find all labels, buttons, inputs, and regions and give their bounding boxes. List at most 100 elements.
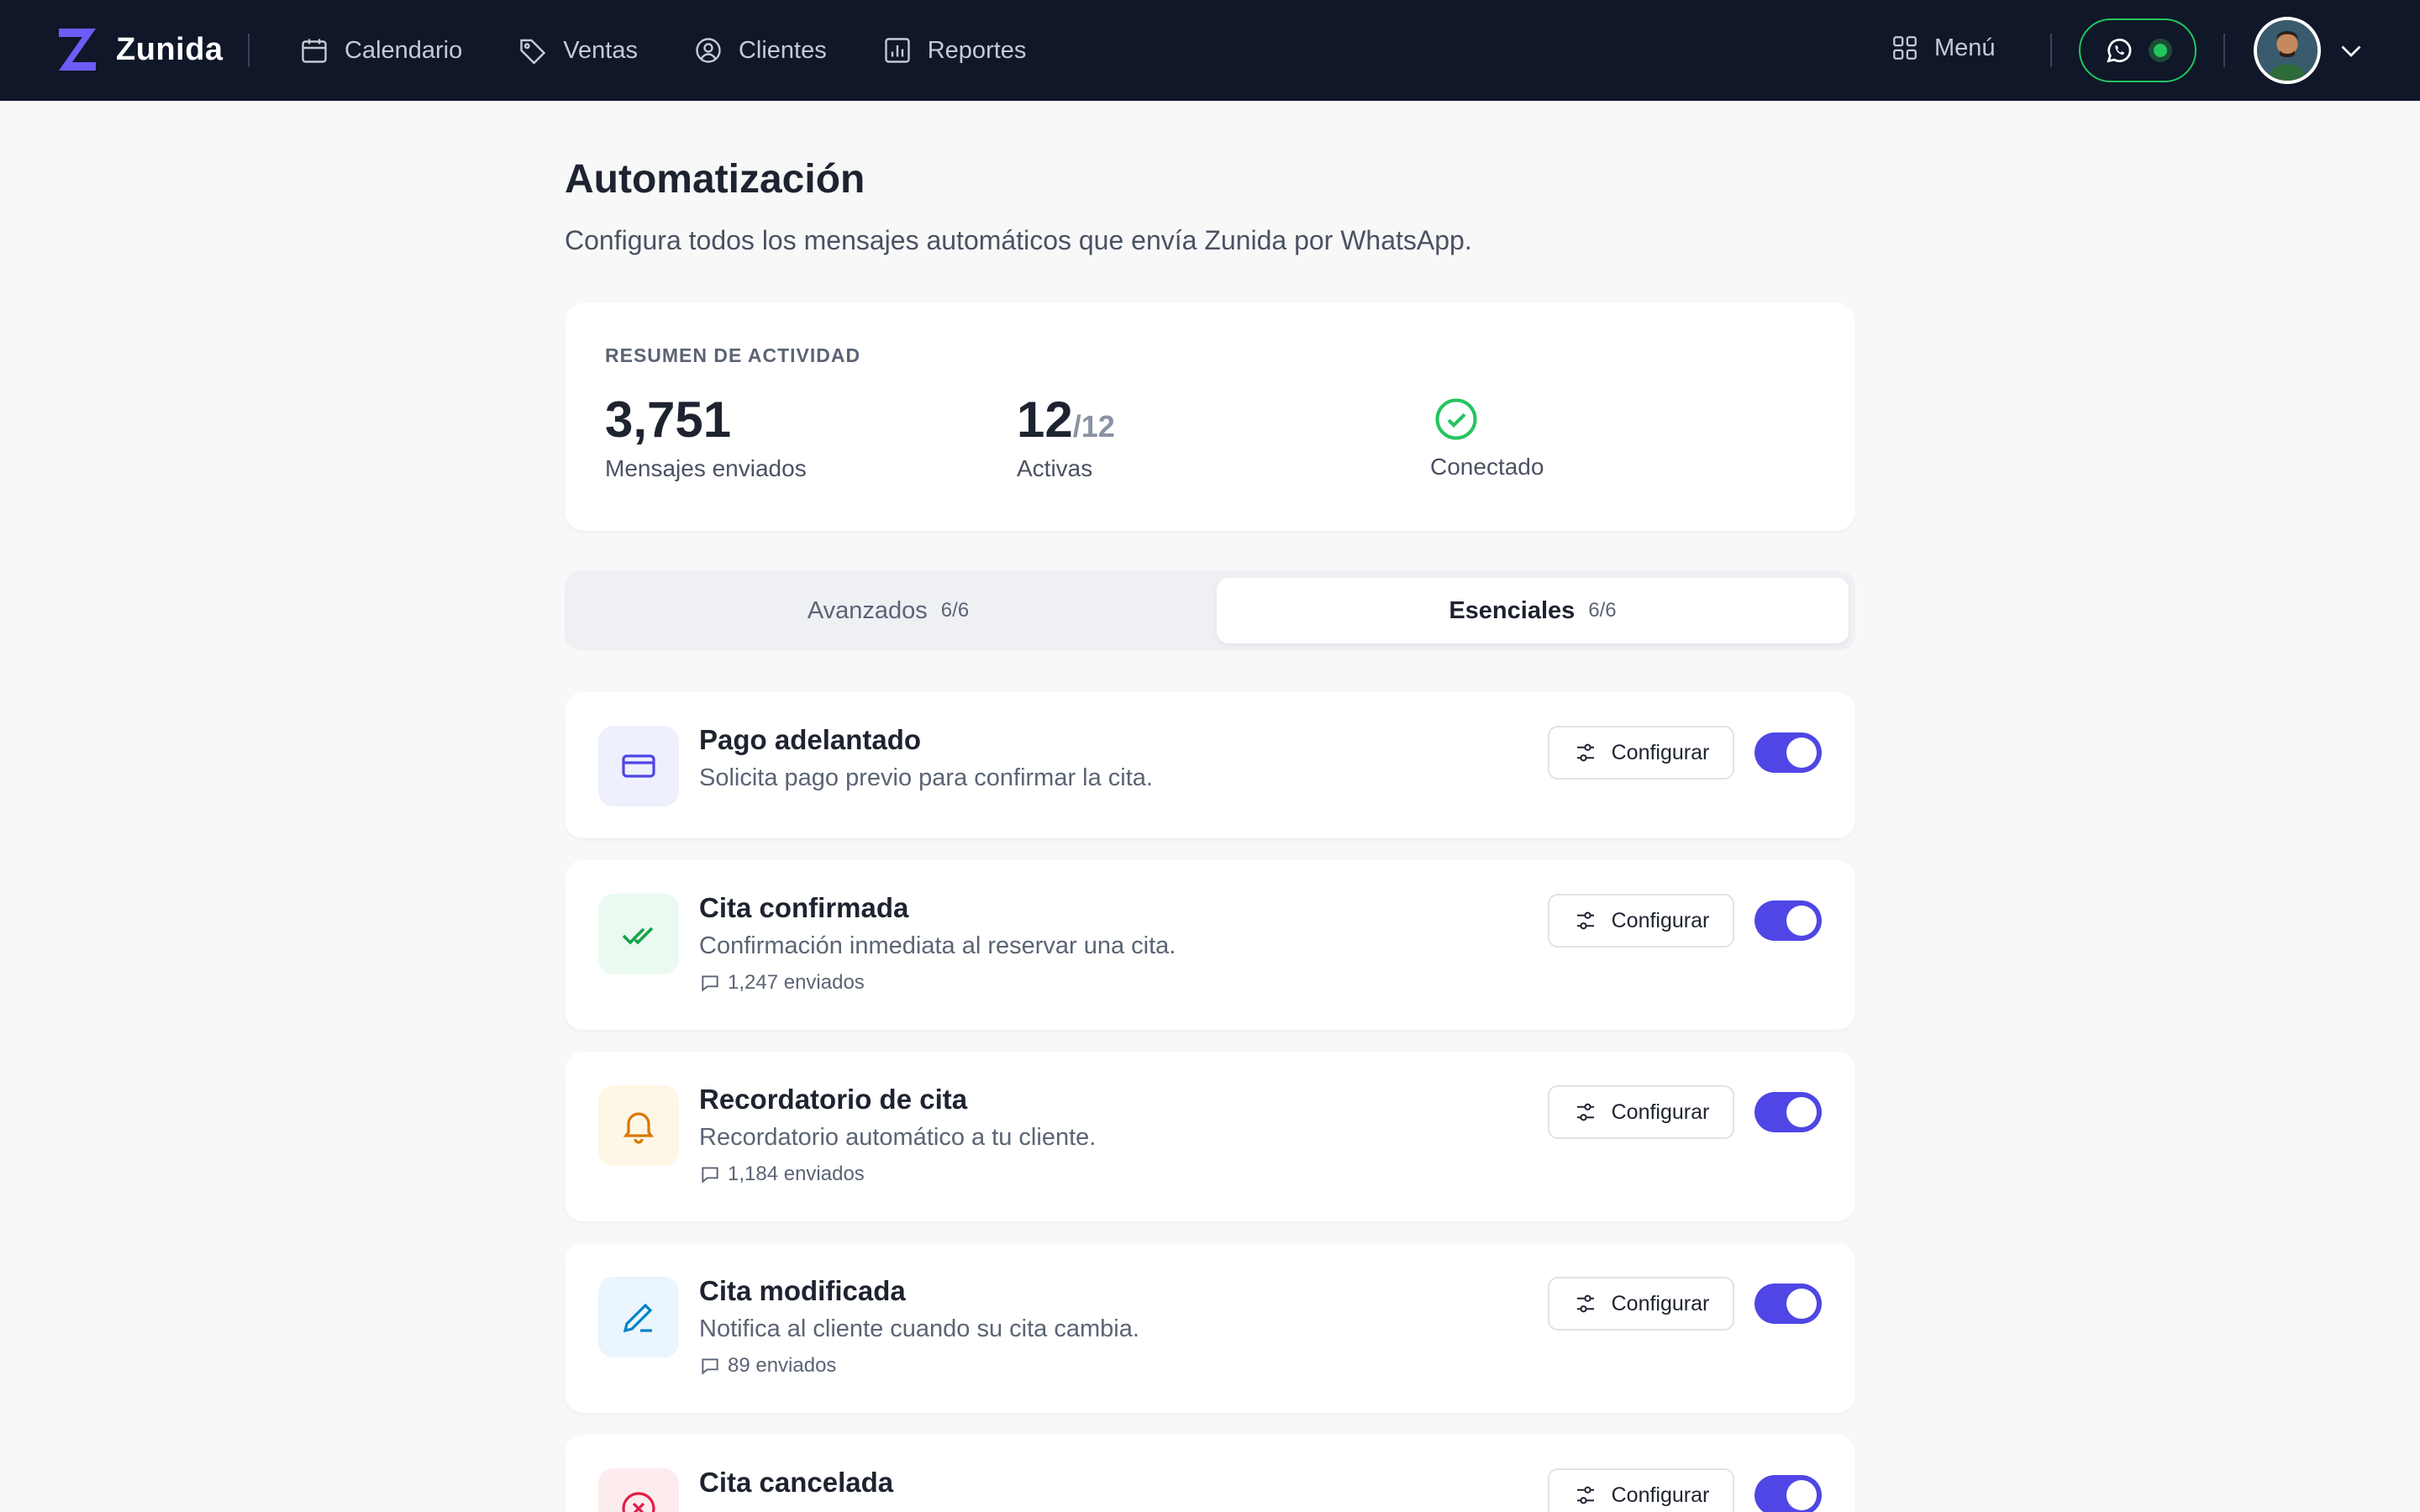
nav-divider	[2223, 34, 2225, 67]
toggle-knob	[1786, 1480, 1817, 1510]
tab-esenciales[interactable]: Esenciales 6/6	[1217, 578, 1849, 643]
nav-divider	[2050, 34, 2052, 67]
automation-toggle[interactable]	[1754, 1475, 1822, 1512]
automation-card-pago-adelantado: Pago adelantado Solicita pago previo par…	[565, 692, 1855, 838]
automation-description: Solicita pago previo para confirmar la c…	[699, 764, 1153, 791]
toggle-knob	[1786, 906, 1817, 936]
stat-active: 12/12 Activas	[1017, 395, 1115, 482]
card-icon-wrap	[598, 894, 679, 974]
tab-count: 6/6	[940, 599, 970, 622]
zunida-logo-icon	[59, 29, 96, 71]
stat-connection: Conectado	[1430, 396, 1544, 480]
nav-item-label: Clientes	[738, 36, 827, 64]
tab-avanzados[interactable]: Avanzados 6/6	[571, 578, 1205, 643]
avatar-photo	[2257, 20, 2317, 81]
sent-count: 1,184 enviados	[699, 1163, 865, 1186]
automation-card-cita-cancelada: Cita cancelada Configurar	[565, 1435, 1855, 1512]
configure-label: Configurar	[1611, 1291, 1710, 1315]
card-icon-wrap	[598, 726, 679, 806]
automation-toggle[interactable]	[1754, 1092, 1822, 1132]
configure-button[interactable]: Configurar	[1548, 1468, 1734, 1512]
tag-icon	[520, 39, 546, 65]
menu-label: Menú	[1934, 34, 1996, 61]
card-icon-wrap	[598, 1085, 679, 1166]
sliders-icon	[1576, 911, 1594, 930]
configure-label: Configurar	[1611, 908, 1710, 932]
sent-count: 89 enviados	[699, 1354, 836, 1378]
nav-item-clientes[interactable]: Clientes	[693, 35, 827, 66]
nav-item-ventas[interactable]: Ventas	[518, 35, 638, 66]
stat-messages-label: Mensajes enviados	[605, 455, 807, 481]
x-circle-icon	[622, 1492, 655, 1512]
card-icon-wrap	[598, 1277, 679, 1357]
automation-card-cita-modificada: Cita modificada Notifica al cliente cuan…	[565, 1243, 1855, 1413]
active-count: 12	[1017, 391, 1073, 448]
automation-card-cita-confirmada: Cita confirmada Confirmación inmediata a…	[565, 860, 1855, 1030]
nav-item-calendario[interactable]: Calendario	[299, 35, 462, 66]
check-circle-icon	[1435, 398, 1477, 440]
calendar-icon	[302, 39, 327, 63]
automation-card-recordatorio: Recordatorio de cita Recordatorio automá…	[565, 1052, 1855, 1221]
sliders-icon	[1576, 1294, 1594, 1313]
whatsapp-status-button[interactable]	[2079, 18, 2196, 82]
whatsapp-icon	[2107, 39, 2132, 63]
chevron-down-icon[interactable]	[2336, 35, 2366, 66]
nav-item-reportes[interactable]: Reportes	[882, 35, 1026, 66]
configure-label: Configurar	[1611, 1483, 1710, 1507]
grid-icon	[1893, 36, 1917, 60]
stat-active-label: Activas	[1017, 455, 1093, 481]
activity-summary-card: RESUMEN DE ACTIVIDAD 3,751 Mensajes envi…	[565, 302, 1855, 531]
message-icon	[702, 1358, 718, 1375]
sliders-icon	[1576, 1486, 1594, 1504]
automation-title: Cita modificada	[699, 1275, 906, 1306]
message-icon	[702, 1167, 718, 1184]
automation-toggle[interactable]	[1754, 1284, 1822, 1324]
top-navbar: Zunida Calendario Ventas Clientes Report…	[0, 0, 2420, 101]
user-circle-icon	[696, 38, 721, 63]
automation-description: Recordatorio automático a tu cliente.	[699, 1124, 1097, 1151]
automation-title: Cita confirmada	[699, 892, 909, 923]
stat-messages-value: 3,751	[605, 391, 732, 448]
configure-button[interactable]: Configurar	[1548, 726, 1734, 780]
bar-chart-icon	[885, 38, 910, 63]
stat-connection-label: Conectado	[1430, 454, 1544, 480]
tab-label: Avanzados	[807, 596, 928, 624]
tab-count: 6/6	[1588, 599, 1617, 622]
configure-button[interactable]: Configurar	[1548, 1085, 1734, 1139]
main-nav: Calendario Ventas Clientes Reportes	[299, 0, 1081, 101]
automation-toggle[interactable]	[1754, 900, 1822, 941]
sent-count: 1,247 enviados	[699, 971, 865, 995]
configure-button[interactable]: Configurar	[1548, 894, 1734, 948]
nav-item-label: Calendario	[345, 36, 463, 64]
card-icon-wrap	[598, 1468, 679, 1512]
sliders-icon	[1576, 1103, 1594, 1121]
user-avatar[interactable]	[2254, 17, 2321, 84]
configure-label: Configurar	[1611, 1100, 1710, 1124]
automation-tabs: Avanzados 6/6 Esenciales 6/6	[565, 571, 1855, 650]
online-status-dot	[2149, 39, 2172, 62]
sent-count-text: 1,184 enviados	[728, 1163, 865, 1185]
summary-label: RESUMEN DE ACTIVIDAD	[605, 344, 861, 366]
credit-card-icon	[622, 754, 655, 778]
active-total: /12	[1072, 409, 1115, 444]
page-subtitle: Configura todos los mensajes automáticos…	[565, 225, 1472, 255]
brand-logo[interactable]: Zunida	[54, 25, 224, 74]
bell-icon	[623, 1112, 655, 1144]
tab-label: Esenciales	[1449, 596, 1576, 624]
toggle-knob	[1786, 1097, 1817, 1127]
automation-title: Recordatorio de cita	[699, 1084, 968, 1115]
sent-count-text: 1,247 enviados	[728, 971, 865, 994]
automation-description: Notifica al cliente cuando su cita cambi…	[699, 1315, 1139, 1342]
automation-toggle[interactable]	[1754, 732, 1822, 773]
sent-count-text: 89 enviados	[728, 1354, 837, 1377]
automation-title: Pago adelantado	[699, 724, 922, 755]
toggle-knob	[1786, 1289, 1817, 1319]
automation-title: Cita cancelada	[699, 1467, 894, 1498]
sliders-icon	[1576, 743, 1594, 762]
brand-name: Zunida	[116, 31, 224, 67]
configure-button[interactable]: Configurar	[1548, 1277, 1734, 1331]
menu-button[interactable]: Menú	[1891, 34, 1996, 62]
pencil-icon	[623, 1303, 653, 1333]
automation-description: Confirmación inmediata al reservar una c…	[699, 932, 1176, 959]
stat-active-value: 12/12	[1017, 395, 1115, 445]
